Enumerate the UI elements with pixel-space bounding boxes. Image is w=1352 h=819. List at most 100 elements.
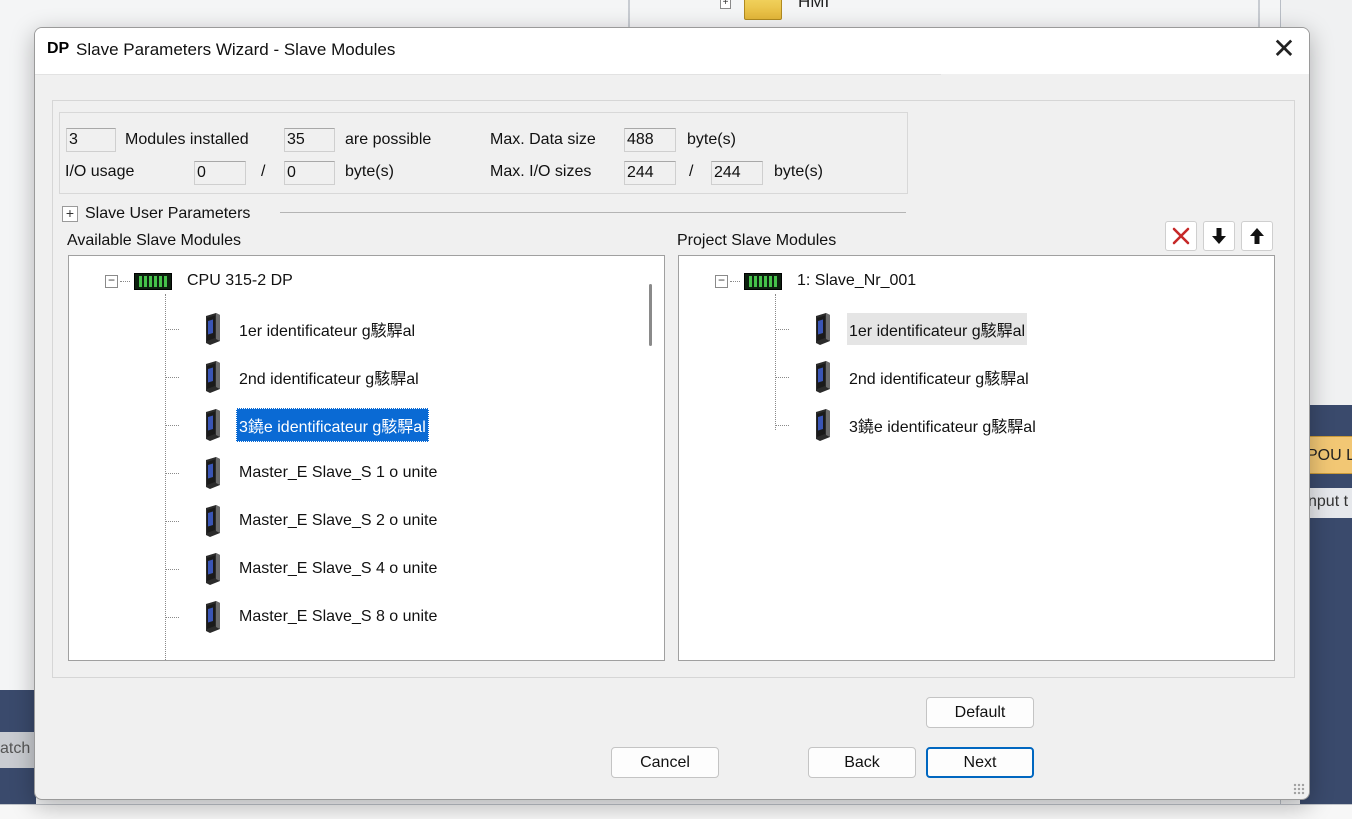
tree-connector	[165, 520, 179, 522]
module-label: 1er identificateur g駭駻al	[239, 323, 416, 340]
modules-installed-label: Modules installed	[125, 131, 249, 148]
cancel-button[interactable]: Cancel	[611, 747, 719, 778]
module-icon	[206, 313, 220, 345]
module-row[interactable]: 1er identificateur g駭駻al	[165, 309, 417, 349]
module-row[interactable]: 2nd identificateur g駭駻al	[165, 357, 421, 397]
max-io-output-field: 244	[711, 161, 763, 185]
module-row[interactable]: Master_E Slave_S 2 o unite	[165, 501, 439, 541]
project-root-label: 1: Slave_Nr_001	[797, 272, 917, 289]
module-row[interactable]: 3鐃e identificateur g駭駻al	[165, 405, 429, 445]
available-scrollbar[interactable]	[649, 284, 652, 346]
input-tab[interactable]: nput t	[1304, 488, 1352, 518]
tree-connector	[165, 424, 179, 426]
module-icon	[206, 361, 220, 393]
io-usage-label: I/O usage	[65, 163, 135, 180]
module-label: 3鐃e identificateur g駭駻al	[236, 408, 429, 442]
tree-connector	[775, 424, 789, 426]
max-io-separator: /	[689, 163, 694, 180]
user-params-divider	[280, 212, 906, 213]
tree-connector	[775, 376, 789, 378]
delete-x-icon	[1172, 227, 1190, 245]
next-button-label: Next	[963, 754, 997, 771]
module-row[interactable]: 3鐃e identificateur g駭駻al	[775, 405, 1038, 445]
modules-installed-field: 3	[66, 128, 116, 152]
dp-app-icon: DP	[47, 40, 70, 57]
module-label: Master_E Slave_S 4 o unite	[239, 560, 438, 577]
available-modules-tree[interactable]: − CPU 315-2 DP 1er identificateur g駭駻al …	[68, 255, 665, 661]
slave-user-parameters-label[interactable]: Slave User Parameters	[85, 205, 250, 223]
tree-connector	[730, 280, 740, 282]
project-root-node[interactable]: − 1: Slave_Nr_001	[715, 270, 918, 292]
slave-rack-icon	[744, 272, 782, 290]
collapse-icon[interactable]: −	[715, 274, 728, 288]
close-button[interactable]: ✕	[1259, 28, 1309, 72]
module-label: Master_E Slave_S 8 o unite	[239, 608, 438, 625]
hmi-folder-icon	[744, 0, 782, 20]
max-data-size-label: Max. Data size	[490, 131, 596, 148]
tree-connector	[165, 568, 179, 570]
possible-modules-field: 35	[284, 128, 335, 152]
cancel-button-label: Cancel	[640, 754, 690, 771]
module-icon	[816, 361, 830, 393]
io-separator: /	[261, 163, 266, 180]
module-label: 1er identificateur g駭駻al	[847, 313, 1028, 345]
module-label: Master_E Slave_S 2 o unite	[239, 512, 438, 529]
max-io-unit-label: byte(s)	[774, 163, 823, 180]
tree-connector	[775, 328, 789, 330]
cpu-rack-icon	[134, 272, 172, 290]
slave-parameters-dialog: DP Slave Parameters Wizard - Slave Modul…	[34, 27, 1310, 800]
tree-connector	[165, 472, 179, 474]
io-unit-label: byte(s)	[345, 163, 394, 180]
hmi-expander[interactable]: +	[720, 0, 731, 9]
default-button-label: Default	[954, 704, 1006, 721]
tree-connector	[165, 376, 179, 378]
module-info-box: 3 Modules installed 35 are possible I/O …	[59, 112, 908, 194]
collapse-icon[interactable]: −	[105, 274, 118, 288]
module-icon	[206, 409, 220, 441]
max-data-unit-label: byte(s)	[687, 131, 736, 148]
available-root-label: CPU 315-2 DP	[187, 272, 293, 289]
close-icon: ✕	[1272, 33, 1296, 64]
resize-grip[interactable]	[1293, 783, 1305, 795]
background-divider	[1258, 0, 1260, 30]
tree-connector	[165, 328, 179, 330]
project-modules-header: Project Slave Modules	[677, 232, 837, 249]
project-modules-tree[interactable]: − 1: Slave_Nr_001 1er identificateur g駭駻…	[678, 255, 1275, 661]
watch-tab[interactable]: atch	[0, 732, 36, 768]
module-row[interactable]: 1er identificateur g駭駻al	[775, 309, 1028, 349]
arrow-down-icon	[1212, 228, 1226, 244]
tree-connector	[120, 280, 130, 282]
max-io-sizes-label: Max. I/O sizes	[490, 163, 592, 180]
background-status-grid	[0, 804, 1352, 819]
possible-modules-label: are possible	[345, 131, 432, 148]
io-output-field: 0	[284, 161, 335, 185]
module-row[interactable]: Master_E Slave_S 4 o unite	[165, 549, 439, 589]
tree-connector	[165, 616, 179, 618]
dialog-title: Slave Parameters Wizard - Slave Modules	[76, 40, 396, 59]
module-label: 2nd identificateur g駭駻al	[849, 371, 1029, 388]
delete-module-button[interactable]	[1165, 221, 1197, 251]
title-bar[interactable]: DP Slave Parameters Wizard - Slave Modul…	[35, 28, 1309, 74]
background-divider	[628, 0, 630, 30]
available-root-node[interactable]: − CPU 315-2 DP	[105, 270, 295, 292]
module-row[interactable]: Master_E Slave_S 1 o unite	[165, 453, 439, 493]
max-io-input-field: 244	[624, 161, 676, 185]
hmi-label[interactable]: HMI	[798, 0, 829, 12]
available-modules-header: Available Slave Modules	[67, 232, 242, 249]
module-icon	[206, 553, 220, 585]
next-button[interactable]: Next	[926, 747, 1034, 778]
move-up-button[interactable]	[1241, 221, 1273, 251]
module-icon	[816, 409, 830, 441]
module-label: 3鐃e identificateur g駭駻al	[849, 419, 1036, 436]
expand-user-params-button[interactable]: +	[62, 206, 78, 222]
back-button[interactable]: Back	[808, 747, 916, 778]
back-button-label: Back	[844, 754, 880, 771]
arrow-up-icon	[1250, 228, 1264, 244]
move-down-button[interactable]	[1203, 221, 1235, 251]
module-row[interactable]: 2nd identificateur g駭駻al	[775, 357, 1031, 397]
module-row[interactable]: Master_E Slave_S 8 o unite	[165, 597, 439, 637]
module-label: 2nd identificateur g駭駻al	[239, 371, 419, 388]
default-button[interactable]: Default	[926, 697, 1034, 728]
module-icon	[206, 457, 220, 489]
title-separator	[35, 74, 941, 75]
